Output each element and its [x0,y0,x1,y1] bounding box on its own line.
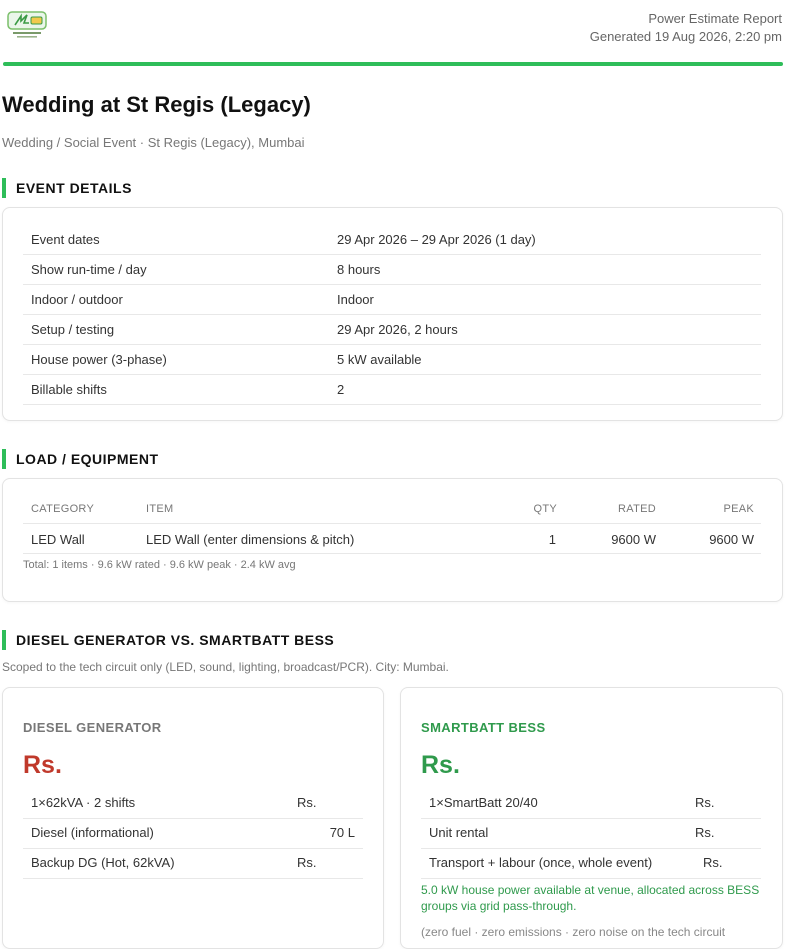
report-title: Power Estimate Report [648,11,782,26]
detail-row: Indoor / outdoor Indoor [23,284,761,315]
page-title: Wedding at St Regis (Legacy) [2,92,311,117]
detail-row: Setup / testing 29 Apr 2026, 2 hours [23,314,761,345]
load-equipment-heading: LOAD / EQUIPMENT [2,449,159,469]
diesel-card: DIESEL GENERATOR Rs. 1×62kVA · 2 shifts … [2,687,384,949]
detail-row: Show run-time / day 8 hours [23,254,761,285]
table-divider [23,523,761,524]
bess-price: Rs. [421,751,460,779]
detail-label: House power (3-phase) [31,352,167,367]
diesel-cost-row: 1×62kVA · 2 shifts Rs. [23,788,363,819]
comparison-scope: Scoped to the tech circuit only (LED, so… [2,660,449,674]
detail-value: 5 kW available [337,352,422,367]
detail-value: 29 Apr 2026 – 29 Apr 2026 (1 day) [337,232,536,247]
diesel-cost-row: Backup DG (Hot, 62kVA) Rs. [23,848,363,879]
bess-cost-label: 1×SmartBatt 20/40 [429,795,538,810]
detail-value: 2 [337,382,345,397]
detail-label: Show run-time / day [31,262,147,277]
report-header: Power Estimate Report Generated 19 Aug 2… [0,0,787,66]
load-rated-cell: 9600 W [611,532,656,547]
column-header-qty: QTY [533,503,557,515]
smartbatt-logo-icon [7,11,47,38]
bess-cost-row: Transport + labour (once, whole event) R… [421,848,761,879]
bess-cost-value: Rs. [695,825,715,840]
load-equipment-card: CATEGORY ITEM QTY RATED PEAK LED Wall LE… [2,478,783,602]
detail-label: Indoor / outdoor [31,292,123,307]
load-peak-cell: 9600 W [709,532,754,547]
bess-cost-value: Rs. [695,795,715,810]
bess-cost-label: Transport + labour (once, whole event) [429,855,653,870]
detail-value: 8 hours [337,262,381,277]
bess-card: SMARTBATT BESS Rs. 1×SmartBatt 20/40 Rs.… [400,687,783,949]
bess-cost-row: 1×SmartBatt 20/40 Rs. [421,788,761,819]
detail-row: Event dates 29 Apr 2026 – 29 Apr 2026 (1… [23,224,761,255]
page-subtitle: Wedding / Social Event · St Regis (Legac… [2,135,305,150]
bess-cost-row: Unit rental Rs. [421,818,761,849]
bess-emissions-note: (zero fuel · zero emissions · zero noise… [421,925,726,939]
diesel-cost-label: Diesel (informational) [31,825,154,840]
detail-label: Billable shifts [31,382,107,397]
diesel-cost-value: Rs. [297,795,317,810]
detail-row: House power (3-phase) 5 kW available [23,344,761,375]
detail-label: Event dates [31,232,100,247]
load-category-cell: LED Wall [31,532,85,547]
accent-divider [3,62,783,66]
load-item-cell: LED Wall (enter dimensions & pitch) [146,532,355,547]
report-meta: Power Estimate Report Generated 19 Aug 2… [590,10,782,46]
diesel-cost-value: 70 L [329,825,355,840]
bess-cost-label: Unit rental [429,825,489,840]
bess-house-power-note: 5.0 kW house power available at venue, a… [421,883,760,913]
detail-value: Indoor [337,292,374,307]
comparison-heading: DIESEL GENERATOR VS. SMARTBATT BESS [2,630,334,650]
diesel-cost-value: Rs. [297,855,317,870]
generated-timestamp: Generated 19 Aug 2026, 2:20 pm [589,29,782,44]
column-header-peak: PEAK [723,503,754,515]
table-divider [23,553,761,554]
load-totals: Total: 1 items · 9.6 kW rated · 9.6 kW p… [23,559,296,571]
detail-label: Setup / testing [31,322,115,337]
event-details-heading: EVENT DETAILS [2,178,132,198]
column-header-item: ITEM [146,503,174,515]
detail-row: Billable shifts 2 [23,374,761,405]
load-qty-cell: 1 [548,532,556,547]
diesel-heading: DIESEL GENERATOR [23,720,162,735]
diesel-cost-label: Backup DG (Hot, 62kVA) [31,855,175,870]
diesel-price: Rs. [23,751,62,779]
diesel-cost-row: Diesel (informational) 70 L [23,818,363,849]
diesel-cost-label: 1×62kVA · 2 shifts [31,795,136,810]
column-header-rated: RATED [618,503,656,515]
column-header-category: CATEGORY [31,503,95,515]
bess-cost-value: Rs. [703,855,723,870]
bess-heading: SMARTBATT BESS [421,720,546,735]
event-details-card: Event dates 29 Apr 2026 – 29 Apr 2026 (1… [2,207,783,421]
detail-value: 29 Apr 2026, 2 hours [337,322,458,337]
